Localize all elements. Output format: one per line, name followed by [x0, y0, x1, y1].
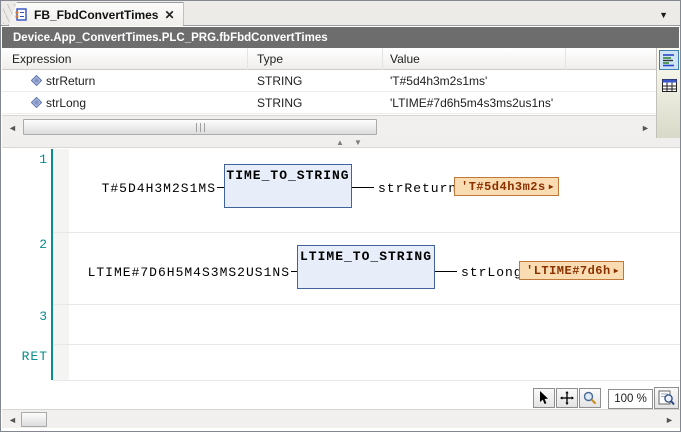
type-cell: STRING	[257, 95, 303, 110]
network-2-label[interactable]: 2	[8, 237, 48, 252]
net2-input-operand[interactable]: LTIME#7D6H5M4S3MS2US1NS	[62, 265, 290, 280]
col-type[interactable]: Type	[257, 52, 283, 66]
network-separator	[53, 380, 680, 381]
network-separator	[53, 344, 680, 345]
pane-splitter[interactable]: ▲ ▼	[2, 138, 680, 148]
net2-output-operand[interactable]: strLong	[461, 265, 523, 280]
table-row[interactable]: strReturn STRING 'T#5d4h3m2s1ms'	[2, 70, 656, 92]
table-row[interactable]: strLong STRING 'LTIME#7d6h5m4s3ms2us1ns'	[2, 92, 656, 114]
scrollbar-thumb[interactable]	[21, 412, 47, 427]
tab-close-icon[interactable]: ✕	[164, 9, 174, 21]
magnifier-page-icon	[658, 390, 675, 406]
scrollbar-thumb[interactable]	[23, 119, 377, 135]
net2-value-expand-icon[interactable]: ▶	[614, 266, 619, 276]
network-3-label[interactable]: 3	[8, 309, 48, 324]
network-separator	[53, 304, 680, 305]
zoom-select-button[interactable]	[654, 387, 679, 409]
net1-value-text: 'T#5d4h3m2s	[461, 179, 546, 194]
magnify-tool-button[interactable]	[579, 388, 601, 408]
fbd-editor-window: FB_FbdConvertTimes ✕ ▼ Device.App_Conver…	[0, 0, 681, 432]
col-expression[interactable]: Expression	[12, 52, 71, 66]
declaration-view-button[interactable]	[659, 50, 679, 70]
table-view-button[interactable]	[659, 75, 679, 95]
zoom-level-value: 100 %	[614, 393, 647, 405]
splitter-up-icon[interactable]: ▲	[336, 138, 344, 147]
zoom-level-box[interactable]: 100 %	[608, 389, 653, 409]
net1-input-operand[interactable]: T#5D4H3M2S1MS	[62, 181, 216, 196]
view-switch-panel	[656, 48, 680, 138]
scroll-left-icon[interactable]: ◄	[4, 411, 21, 428]
col-value[interactable]: Value	[390, 52, 420, 66]
fbd-canvas[interactable]: 1 2 3 RET T#5D4H3M2S1MS TIME_TO_STRING s…	[2, 149, 680, 408]
variable-icon	[31, 75, 42, 86]
magnifier-icon	[583, 391, 597, 405]
net1-block-title: TIME_TO_STRING	[226, 168, 350, 183]
network-ret-label[interactable]: RET	[8, 349, 48, 364]
net1-value-badge[interactable]: 'T#5d4h3m2s ▶	[454, 177, 560, 196]
tab-bar: FB_FbdConvertTimes ✕ ▼	[1, 1, 680, 26]
scroll-right-icon[interactable]: ►	[637, 119, 654, 136]
type-cell: STRING	[257, 73, 303, 88]
declaration-view-icon	[663, 54, 674, 67]
thumb-grip	[195, 122, 205, 132]
value-cell: 'T#5d4h3m2s1ms'	[390, 73, 488, 88]
watch-table: Expression Type Value strReturn STRING '…	[2, 48, 656, 114]
net2-value-text: 'LTIME#7d6h	[526, 263, 611, 278]
net1-output-operand[interactable]: strReturn	[378, 181, 457, 196]
cursor-arrow-icon	[540, 391, 548, 404]
splitter-down-icon[interactable]: ▼	[354, 138, 362, 147]
variable-icon	[31, 97, 42, 108]
expression-cell: strLong	[46, 95, 87, 110]
pan-crosshair-icon	[560, 391, 574, 405]
function-block-pou-icon	[15, 8, 27, 21]
breadcrumb: Device.App_ConvertTimes.PLC_PRG.fbFbdCon…	[13, 31, 328, 44]
net1-block[interactable]: TIME_TO_STRING	[224, 164, 352, 208]
editor-toolbar	[533, 388, 601, 410]
scroll-right-icon[interactable]: ►	[661, 411, 678, 428]
value-cell: 'LTIME#7d6h5m4s3ms2us1ns'	[390, 95, 554, 110]
table-view-icon	[661, 78, 677, 92]
editor-horizontal-scrollbar[interactable]: ◄ ►	[2, 409, 680, 428]
expression-cell: strReturn	[46, 73, 96, 88]
net1-output-wire	[352, 187, 374, 188]
watch-table-header: Expression Type Value	[2, 48, 656, 70]
instance-path-header: Device.App_ConvertTimes.PLC_PRG.fbFbdCon…	[2, 27, 679, 48]
pan-tool-button[interactable]	[556, 388, 578, 408]
net2-value-badge[interactable]: 'LTIME#7d6h ▶	[519, 261, 625, 280]
network-separator	[53, 232, 680, 233]
tab-list-dropdown-icon[interactable]: ▼	[659, 10, 668, 20]
net2-block[interactable]: LTIME_TO_STRING	[297, 245, 435, 289]
tab-fb-fbdconverttimes[interactable]: FB_FbdConvertTimes ✕	[8, 2, 184, 26]
net1-value-expand-icon[interactable]: ▶	[549, 182, 554, 192]
net2-output-wire	[435, 271, 457, 272]
net2-block-title: LTIME_TO_STRING	[299, 249, 433, 264]
select-tool-button[interactable]	[533, 388, 555, 408]
scroll-left-icon[interactable]: ◄	[4, 119, 21, 136]
table-horizontal-scrollbar[interactable]: ◄ ►	[2, 115, 656, 138]
network-1-label[interactable]: 1	[8, 152, 48, 167]
tab-title: FB_FbdConvertTimes	[34, 7, 159, 22]
